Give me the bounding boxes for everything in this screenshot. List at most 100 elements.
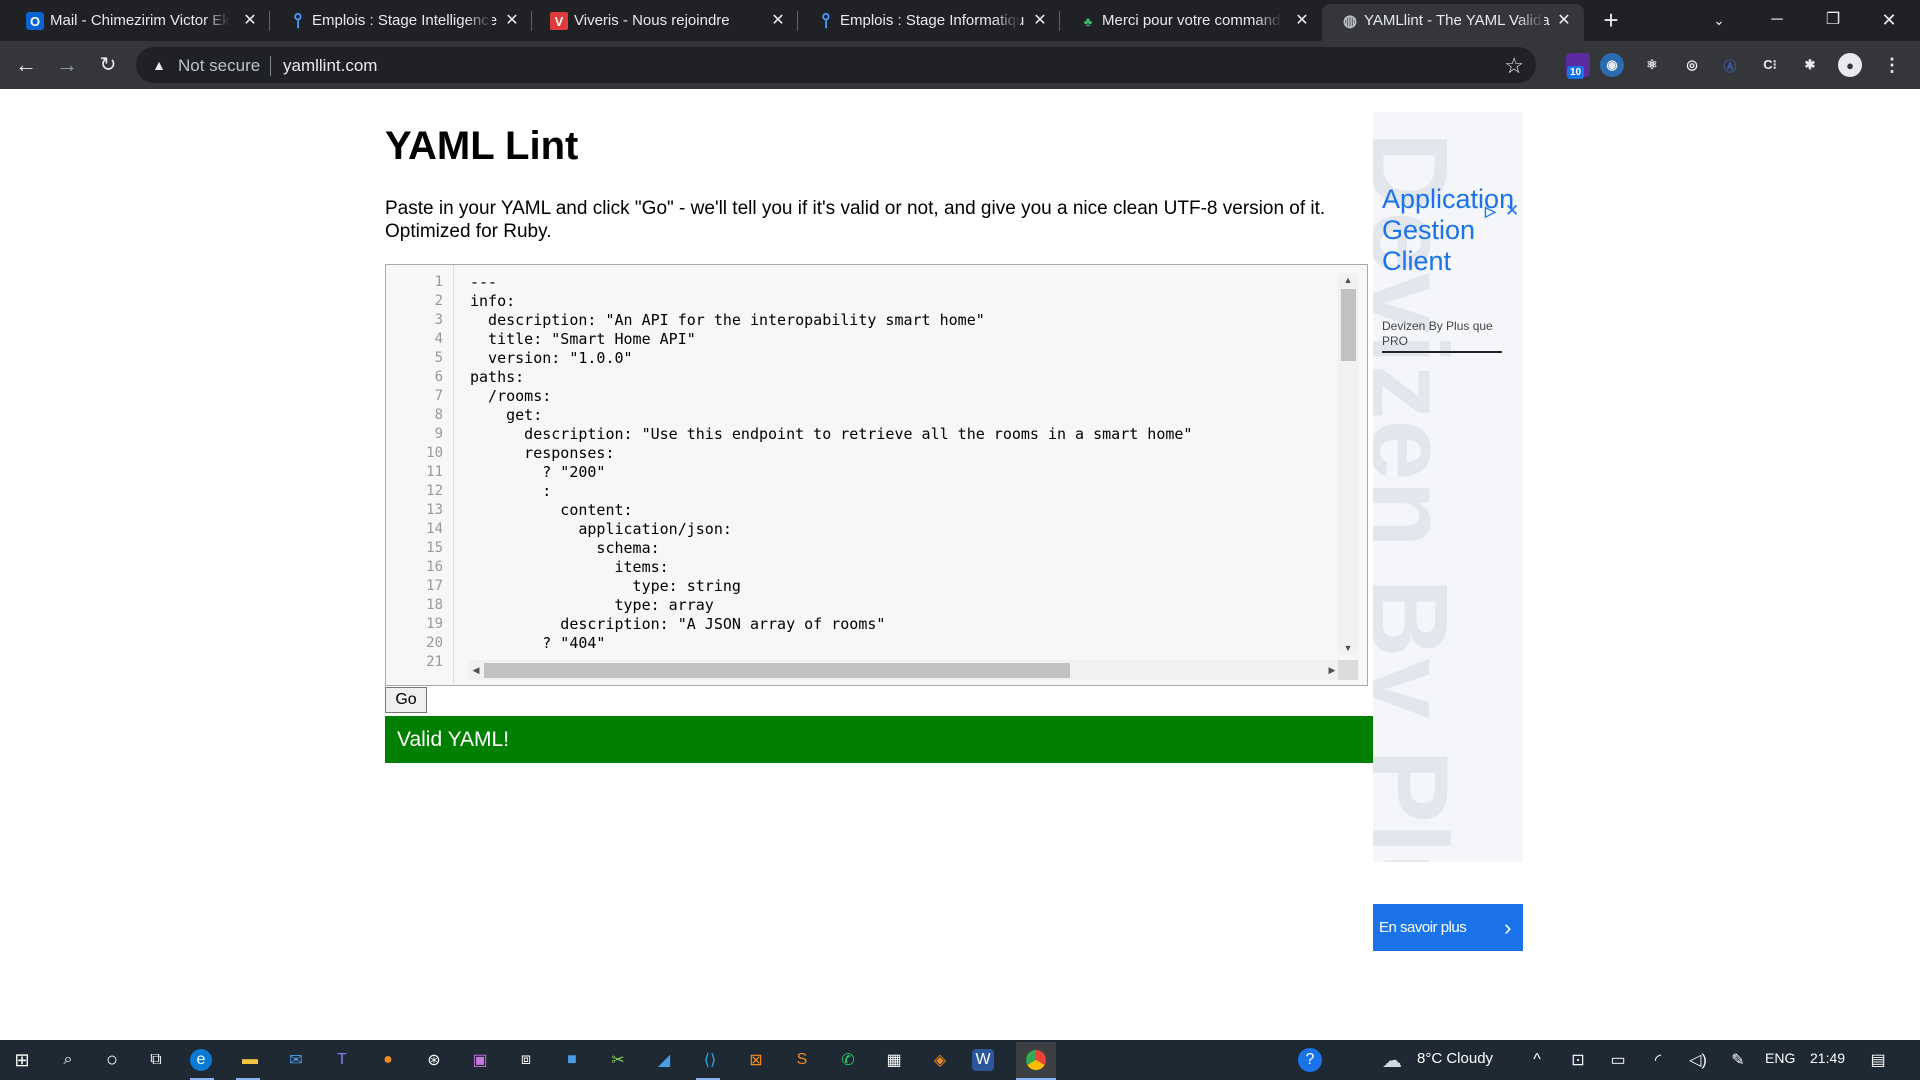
dash-icon[interactable]: ● [374,1046,402,1074]
url-text[interactable]: yamllint.com [283,56,377,76]
sublime-icon[interactable]: S [788,1046,816,1074]
scroll-up-icon[interactable]: ▲ [1338,275,1358,285]
code-line[interactable]: responses: [470,444,614,463]
adchoices-icon[interactable]: ▷ [1485,203,1496,220]
photos-icon[interactable]: ▦ [880,1046,908,1074]
puzzle-extensions-icon[interactable]: ✱ [1798,53,1822,77]
profile-avatar[interactable]: ● [1838,53,1862,77]
code-line[interactable]: version: "1.0.0" [470,349,633,368]
vscode-icon[interactable]: ⟨⟩ [696,1046,724,1074]
code-line[interactable]: ? "404" [470,634,605,653]
yaml-editor[interactable]: 1 2 3 4 5 6 7 8 9 10 11 12 13 14 15 16 17 18 19 20 21 --- inf… [385,264,1368,686]
tab-mail[interactable]: O Mail - Chimezirim Victor Ek ✕ [8,0,270,41]
code-line[interactable]: paths: [470,368,524,387]
language-indicator[interactable]: ENG [1765,1050,1795,1066]
zoom-icon[interactable]: ■ [558,1046,586,1074]
help-icon[interactable]: ? [1298,1048,1322,1072]
volume-icon[interactable]: ◁) [1684,1046,1712,1074]
reload-button[interactable]: ↻ [94,51,122,79]
terminal-icon[interactable]: ▣ [466,1046,494,1074]
clock-time[interactable]: 21:49 [1810,1050,1845,1066]
windows-start-icon[interactable]: ⊞ [8,1046,36,1074]
tab-close-icon[interactable]: ✕ [1292,10,1312,30]
code-line[interactable]: schema: [470,539,659,558]
code-line[interactable]: : [470,482,551,501]
app-circle-icon[interactable]: ⊛ [420,1046,448,1074]
extension-c-icon[interactable]: C⁝ [1758,53,1782,77]
code-line[interactable]: content: [470,501,632,520]
cloud-icon[interactable]: ☁ [1378,1046,1406,1074]
horizontal-scroll-thumb[interactable] [484,663,1070,678]
vertical-scrollbar[interactable]: ▲ ▼ [1338,273,1358,655]
ad-cta-button[interactable]: En savoir plus › [1373,904,1523,951]
code-line[interactable]: type: array [470,596,713,615]
scroll-down-icon[interactable]: ▼ [1338,643,1358,653]
pen-icon[interactable]: ✎ [1724,1046,1752,1074]
flutter-icon[interactable]: ◢ [650,1046,678,1074]
app-orange-icon[interactable]: ◈ [926,1046,954,1074]
code-line[interactable]: get: [470,406,542,425]
mail-icon[interactable]: ✉ [282,1046,310,1074]
extension-circle-icon[interactable]: ◉ [1600,53,1624,77]
tab-merci[interactable]: ♣ Merci pour votre command ✕ [1060,0,1322,41]
code-line[interactable]: info: [470,292,515,311]
wifi-icon[interactable]: ◜ [1644,1046,1672,1074]
go-button[interactable]: Go [385,687,427,713]
notifications-icon[interactable]: ▤ [1864,1046,1892,1074]
tab-close-icon[interactable]: ✕ [240,10,260,30]
target-icon[interactable]: ◎ [1680,53,1704,77]
tab-search-icon[interactable]: ⌄ [1696,4,1742,36]
horizontal-scrollbar[interactable]: ◀ ▶ [468,660,1338,680]
code-line[interactable]: /rooms: [470,387,551,406]
chevron-up-icon[interactable]: ^ [1523,1046,1551,1074]
devices-icon[interactable]: ⧈ [512,1046,540,1074]
code-line[interactable]: type: string [470,577,741,596]
ad-headline[interactable]: Application Gestion Client [1382,184,1522,277]
bookmark-star-icon[interactable]: ☆ [1504,53,1524,79]
address-bar[interactable]: ▲ Not secure yamllint.com ☆ [136,47,1536,83]
snipping-icon[interactable]: ✂ [604,1046,632,1074]
minimize-button[interactable]: ─ [1754,4,1800,36]
security-label[interactable]: Not secure [178,56,260,76]
code-area[interactable]: --- info: description: "An API for the in… [470,265,1330,665]
word-icon[interactable]: W [972,1049,994,1071]
file-explorer-icon[interactable]: ▬ [236,1046,264,1074]
weather-text[interactable]: 8°C Cloudy [1417,1050,1493,1067]
tab-yamllint[interactable]: ◍ YAMLlint - The YAML Valida ✕ [1322,4,1584,41]
code-line[interactable]: ? "200" [470,463,605,482]
code-line[interactable]: title: "Smart Home API" [470,330,696,349]
forward-button[interactable]: → [53,51,81,79]
code-line[interactable]: description: "A JSON array of rooms" [470,615,885,634]
tab-close-icon[interactable]: ✕ [1554,10,1574,30]
network-device-icon[interactable]: ⊡ [1564,1046,1592,1074]
close-window-button[interactable]: ✕ [1866,4,1912,36]
chrome-icon[interactable] [1016,1042,1056,1078]
vertical-scroll-thumb[interactable] [1341,289,1356,361]
teams-icon[interactable]: T [328,1046,356,1074]
restore-button[interactable]: ❐ [1810,4,1856,36]
tab-emplois-2[interactable]: ⫯ Emplois : Stage Informatiqu ✕ [798,0,1060,41]
back-button[interactable]: ← [12,51,40,79]
edge-icon[interactable]: e [190,1049,212,1071]
tab-close-icon[interactable]: ✕ [1030,10,1050,30]
react-devtools-icon[interactable]: ⚛ [1640,53,1664,77]
code-line[interactable]: description: "Use this endpoint to retri… [470,425,1192,444]
menu-kebab-icon[interactable]: ⋮ [1880,53,1904,77]
whatsapp-icon[interactable]: ✆ [834,1046,862,1074]
search-icon[interactable]: ⌕ [54,1046,82,1074]
cortana-icon[interactable]: ○ [98,1046,126,1074]
tab-emplois-1[interactable]: ⫯ Emplois : Stage Intelligence ✕ [270,0,532,41]
task-view-icon[interactable]: ⧉ [142,1046,170,1074]
code-line[interactable]: application/json: [470,520,732,539]
ad-advertiser[interactable]: Devizen By Plus que PRO [1382,319,1502,353]
scroll-left-icon[interactable]: ◀ [466,665,486,676]
tab-close-icon[interactable]: ✕ [502,10,522,30]
new-tab-button[interactable]: + [1598,7,1624,34]
code-line[interactable]: items: [470,558,668,577]
xampp-icon[interactable]: ⊠ [742,1046,770,1074]
battery-icon[interactable]: ▭ [1604,1046,1632,1074]
ad-banner[interactable]: Devizen By Plus Application Gestion Clie… [1373,112,1523,862]
tab-viveris[interactable]: V Viveris - Nous rejoindre ✕ [532,0,798,41]
code-line[interactable]: description: "An API for the interopabil… [470,311,985,330]
warning-icon[interactable]: ▲ [150,56,168,74]
